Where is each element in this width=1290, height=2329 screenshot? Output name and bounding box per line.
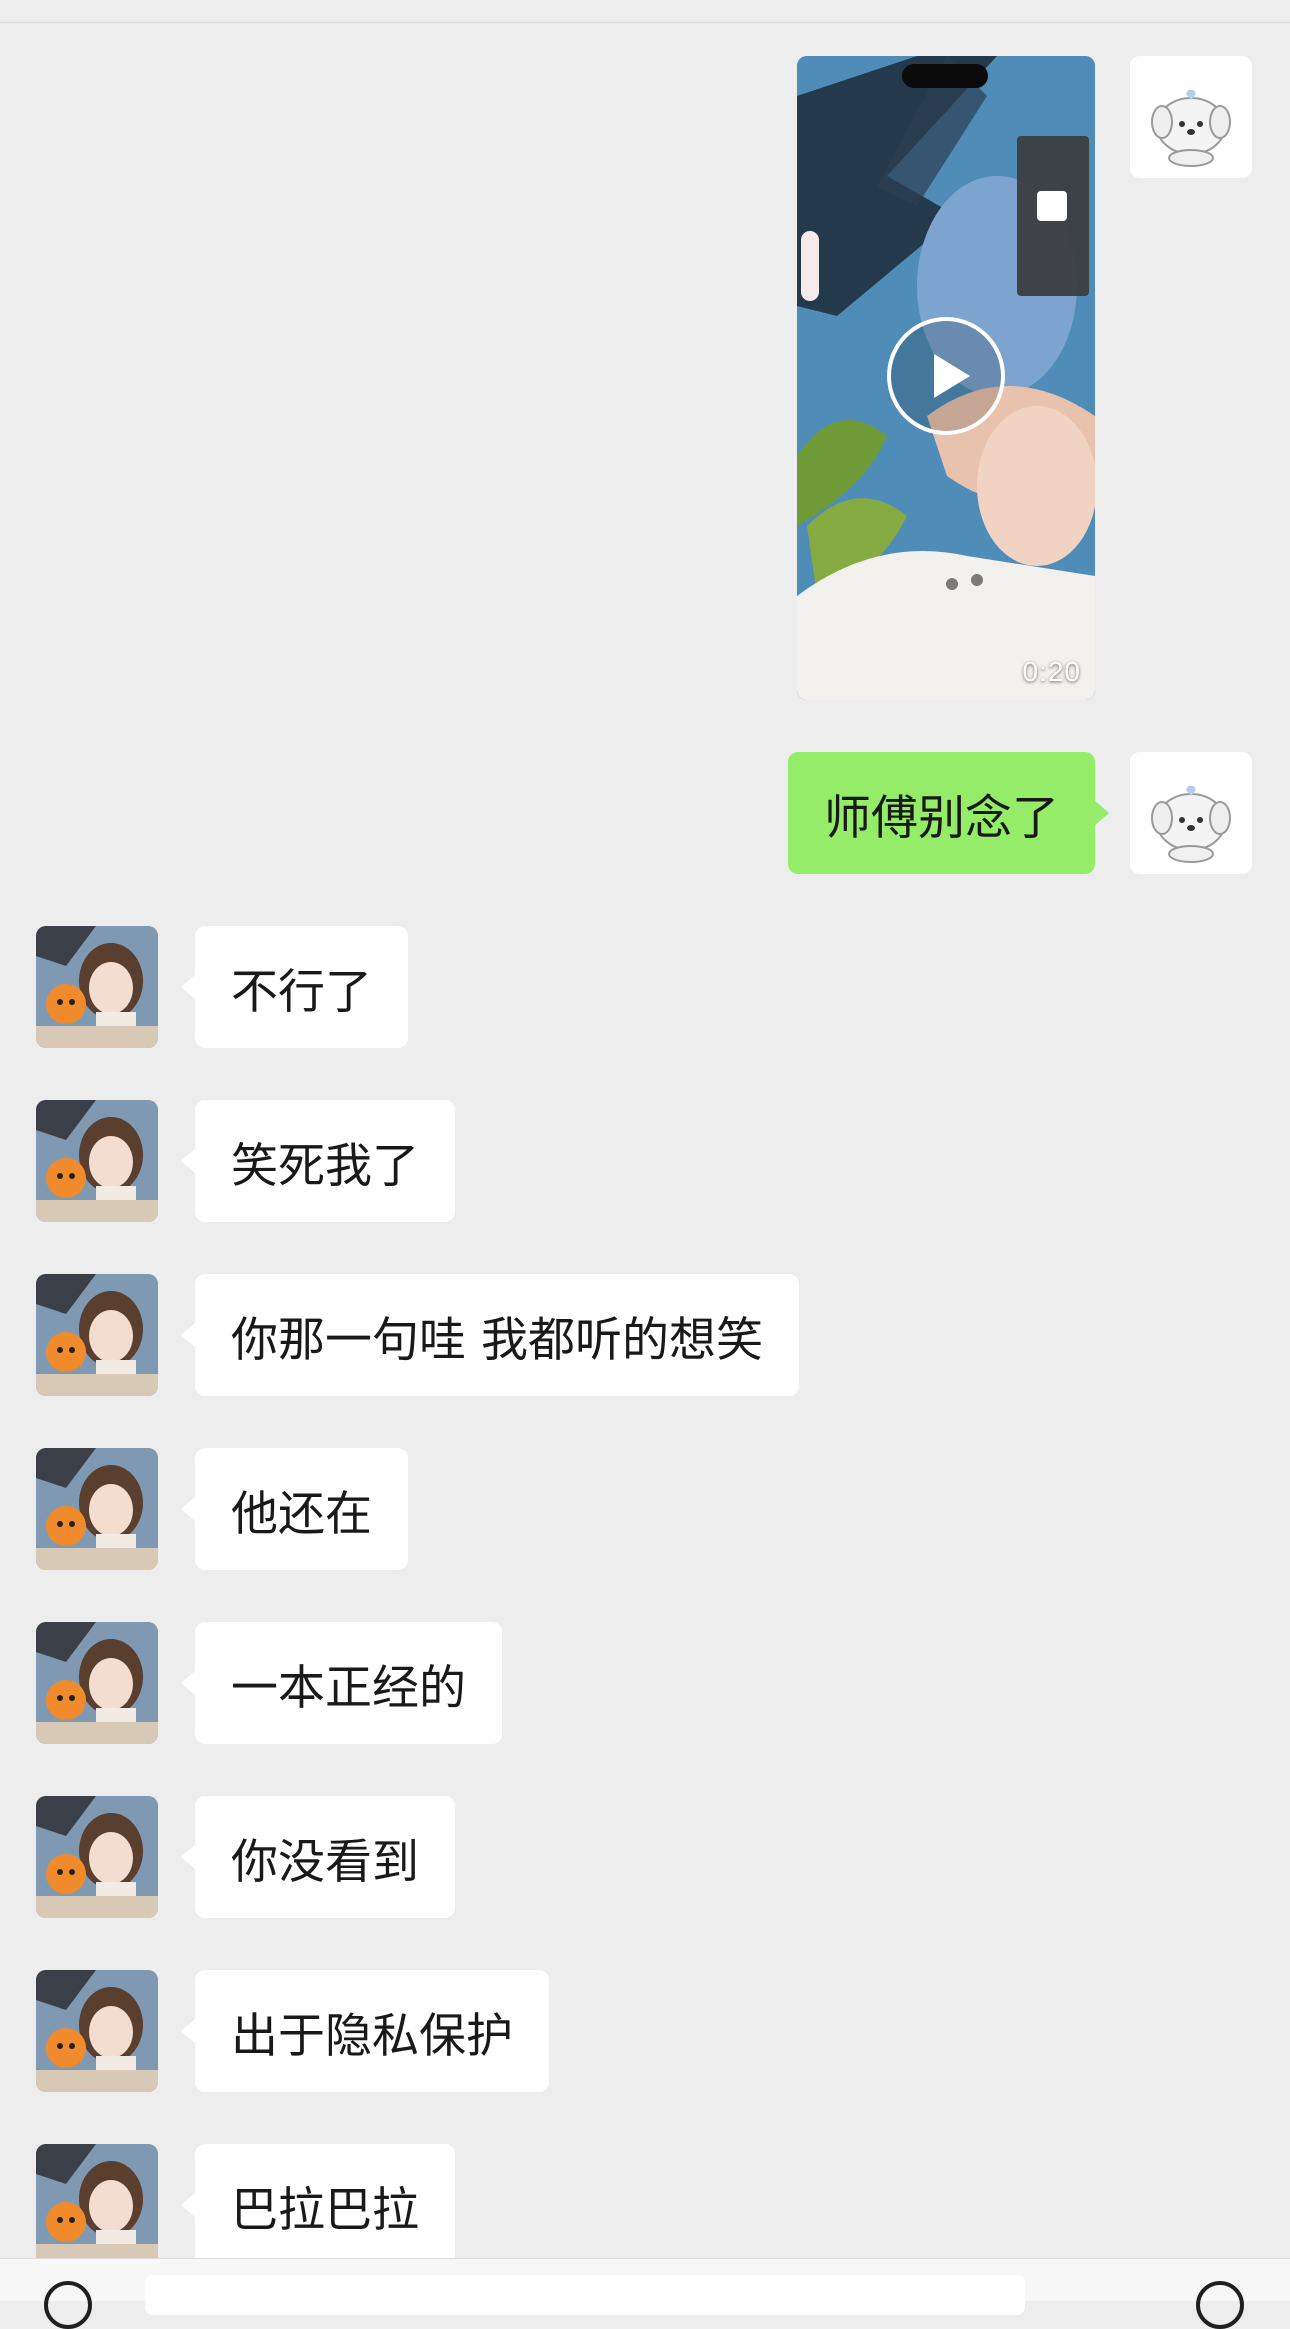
incoming-message-bubble[interactable]: 你那一句哇 我都听的想笑 [181, 1274, 799, 1396]
incoming-message-bubble[interactable]: 巴拉巴拉 [181, 2144, 455, 2266]
video-message[interactable]: 0:20 [797, 56, 1095, 700]
incoming-message-bubble[interactable]: 他还在 [181, 1448, 408, 1570]
plus-icon[interactable] [1196, 2281, 1244, 2329]
girl-with-pumpkin-avatar-icon [36, 1970, 158, 2092]
friend-avatar[interactable] [36, 1970, 158, 2092]
white-puppy-avatar-icon [1130, 752, 1252, 874]
white-puppy-avatar-icon [1130, 56, 1252, 178]
girl-with-pumpkin-avatar-icon [36, 1448, 158, 1570]
friend-avatar[interactable] [36, 1100, 158, 1222]
self-avatar[interactable] [1130, 56, 1252, 178]
incoming-message-bubble[interactable]: 笑死我了 [181, 1100, 455, 1222]
incoming-message-bubble[interactable]: 一本正经的 [181, 1622, 502, 1744]
friend-avatar[interactable] [36, 2144, 158, 2266]
self-avatar[interactable] [1130, 752, 1252, 874]
incoming-message-bubble[interactable]: 出于隐私保护 [181, 1970, 549, 2092]
incoming-message-bubble[interactable]: 你没看到 [181, 1796, 455, 1918]
incoming-message-bubble[interactable]: 不行了 [181, 926, 408, 1048]
girl-with-pumpkin-avatar-icon [36, 1622, 158, 1744]
top-divider [0, 0, 1290, 23]
girl-with-pumpkin-avatar-icon [36, 926, 158, 1048]
play-circle-icon[interactable] [886, 316, 1006, 436]
friend-avatar[interactable] [36, 926, 158, 1048]
chat-input-bar [0, 2258, 1290, 2329]
message-input[interactable] [145, 2275, 1025, 2315]
girl-with-pumpkin-avatar-icon [36, 2144, 158, 2266]
girl-with-pumpkin-avatar-icon [36, 1100, 158, 1222]
friend-avatar[interactable] [36, 1274, 158, 1396]
voice-icon[interactable] [44, 2281, 92, 2329]
video-duration: 0:20 [1022, 656, 1081, 687]
friend-avatar[interactable] [36, 1622, 158, 1744]
girl-with-pumpkin-avatar-icon [36, 1274, 158, 1396]
girl-with-pumpkin-avatar-icon [36, 1796, 158, 1918]
friend-avatar[interactable] [36, 1796, 158, 1918]
outgoing-message-bubble[interactable]: 师傅别念了 [788, 752, 1109, 874]
friend-avatar[interactable] [36, 1448, 158, 1570]
